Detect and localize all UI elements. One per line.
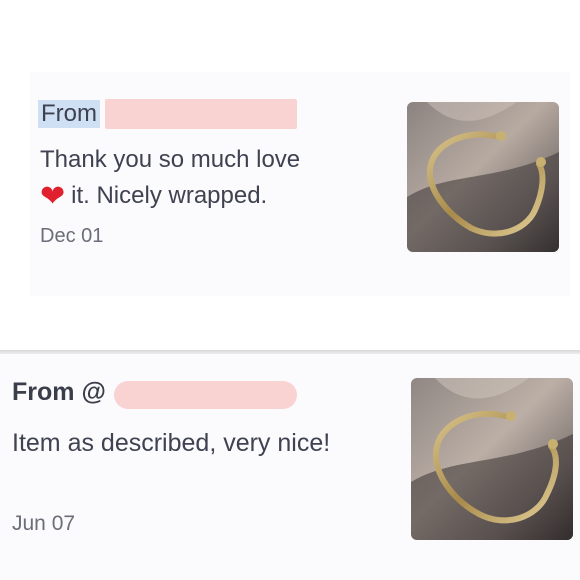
redacted-username <box>114 381 297 409</box>
review-text-line: ❤ it. Nicely wrapped. <box>40 178 380 214</box>
heart-icon: ❤ <box>40 180 66 213</box>
review-text: Thank you so much love ❤ it. Nicely wrapp… <box>40 142 380 214</box>
redacted-username <box>105 99 297 129</box>
review-date: Jun 07 <box>12 512 76 535</box>
gold-bangle-photo-icon <box>411 378 573 540</box>
review-text-span: it. Nicely wrapped. <box>71 182 268 209</box>
from-label: From @ <box>12 378 106 406</box>
review-date: Dec 01 <box>40 225 104 247</box>
review-screenshot: From Thank you so much love ❤ it. Nicely … <box>0 0 580 580</box>
review-text-line: Thank you so much love <box>40 146 301 173</box>
product-thumbnail[interactable] <box>411 378 573 540</box>
gold-bangle-photo-icon <box>407 102 559 252</box>
reviewer-line: From <box>38 99 100 129</box>
from-label: From <box>38 100 100 128</box>
review-card: From @ Item as described, very nice! Jun… <box>0 354 580 580</box>
review-text: Item as described, very nice! <box>12 429 331 457</box>
product-thumbnail[interactable] <box>407 102 559 252</box>
review-card: From Thank you so much love ❤ it. Nicely … <box>30 72 570 296</box>
